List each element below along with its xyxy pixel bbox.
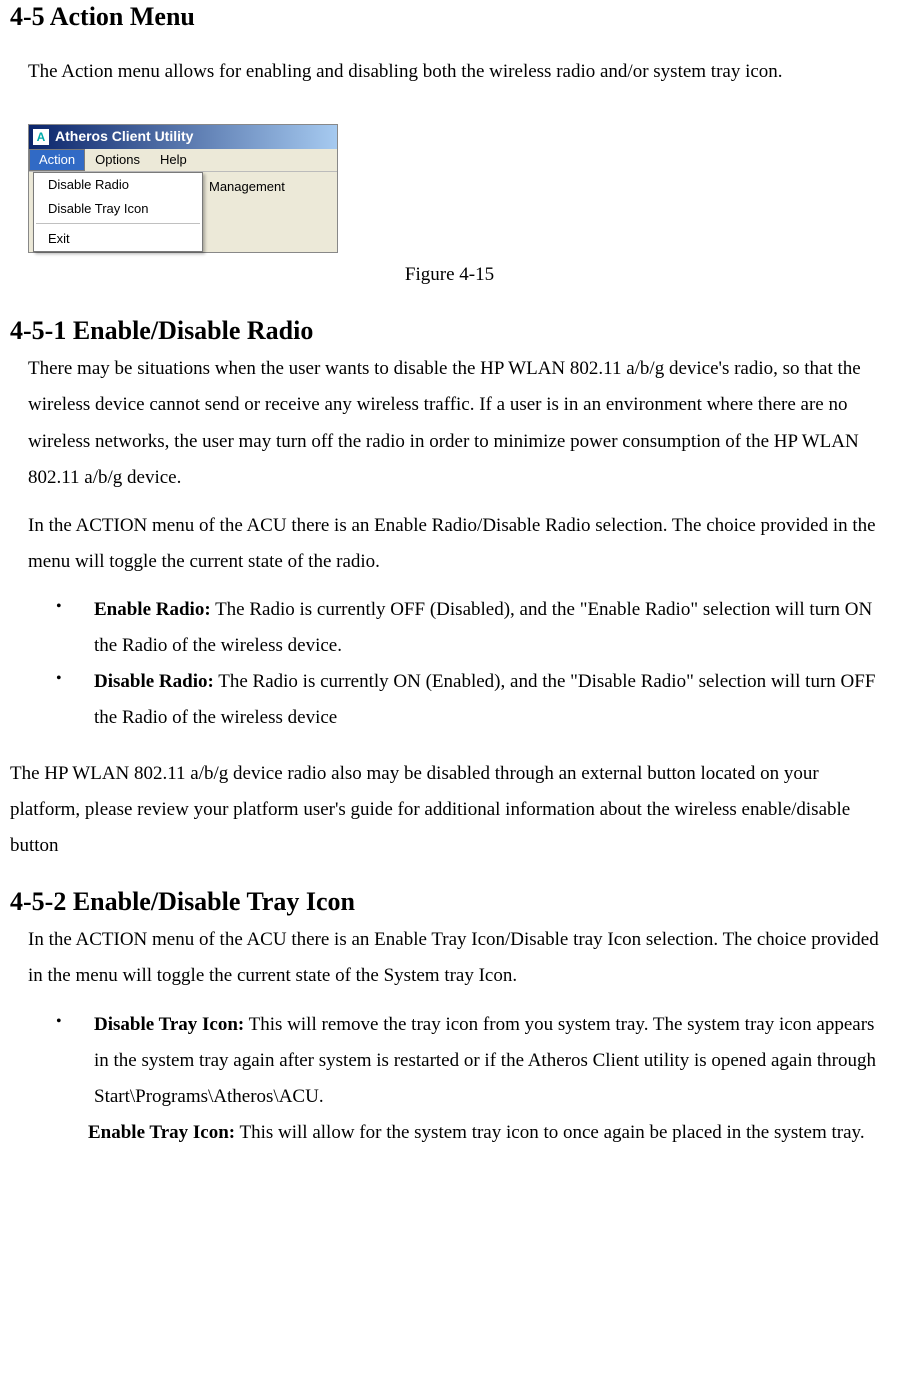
bullet-enable-radio-label: Enable Radio: — [94, 599, 211, 620]
menu-item-disable-tray[interactable]: Disable Tray Icon — [34, 197, 202, 221]
action-dropdown: Disable Radio Disable Tray Icon Exit — [33, 172, 203, 253]
menu-item-disable-radio[interactable]: Disable Radio — [34, 173, 202, 197]
bullet-enable-radio: Enable Radio: The Radio is currently OFF… — [10, 592, 889, 664]
paragraph-451-3: The HP WLAN 802.11 a/b/g device radio al… — [10, 756, 889, 864]
intro-paragraph: The Action menu allows for enabling and … — [28, 54, 889, 90]
menubar: Action Options Help — [29, 149, 337, 172]
menu-action[interactable]: Action — [29, 149, 85, 171]
menu-help[interactable]: Help — [150, 149, 197, 171]
tab-management[interactable]: Management — [203, 172, 291, 253]
paragraph-451-2: In the ACTION menu of the ACU there is a… — [28, 508, 889, 580]
heading-enable-disable-tray: 4-5-2 Enable/Disable Tray Icon — [10, 885, 889, 919]
heading-enable-disable-radio: 4-5-1 Enable/Disable Radio — [10, 314, 889, 348]
figure-caption: Figure 4-15 — [10, 257, 889, 293]
bullet-enable-radio-text: The Radio is currently OFF (Disabled), a… — [94, 599, 872, 656]
bullet-enable-tray: Enable Tray Icon: This will allow for th… — [28, 1115, 889, 1151]
bullet-disable-radio: Disable Radio: The Radio is currently ON… — [10, 664, 889, 736]
bullet-enable-tray-text: This will allow for the system tray icon… — [235, 1122, 864, 1143]
menu-options[interactable]: Options — [85, 149, 150, 171]
bullet-disable-tray: Disable Tray Icon: This will remove the … — [10, 1007, 889, 1115]
bullet-enable-tray-label: Enable Tray Icon: — [88, 1122, 235, 1143]
window-titlebar: A Atheros Client Utility — [29, 125, 337, 149]
bullet-disable-radio-label: Disable Radio: — [94, 671, 214, 692]
paragraph-451-1: There may be situations when the user wa… — [28, 351, 889, 495]
bullet-enable-tray-wrapper: Enable Tray Icon: This will allow for th… — [28, 1115, 889, 1151]
bullet-disable-tray-label: Disable Tray Icon: — [94, 1014, 244, 1035]
paragraph-452-1: In the ACTION menu of the ACU there is a… — [28, 922, 889, 994]
menu-item-exit[interactable]: Exit — [34, 227, 202, 251]
screenshot-window: A Atheros Client Utility Action Options … — [28, 124, 338, 254]
menu-separator — [36, 223, 200, 225]
heading-action-menu: 4-5 Action Menu — [10, 0, 889, 34]
window-content: Disable Radio Disable Tray Icon Exit Man… — [29, 172, 337, 253]
app-icon: A — [33, 129, 49, 145]
bullet-list-radio: Enable Radio: The Radio is currently OFF… — [10, 592, 889, 736]
bullet-list-tray: Disable Tray Icon: This will remove the … — [10, 1007, 889, 1115]
window-title: Atheros Client Utility — [55, 127, 193, 147]
